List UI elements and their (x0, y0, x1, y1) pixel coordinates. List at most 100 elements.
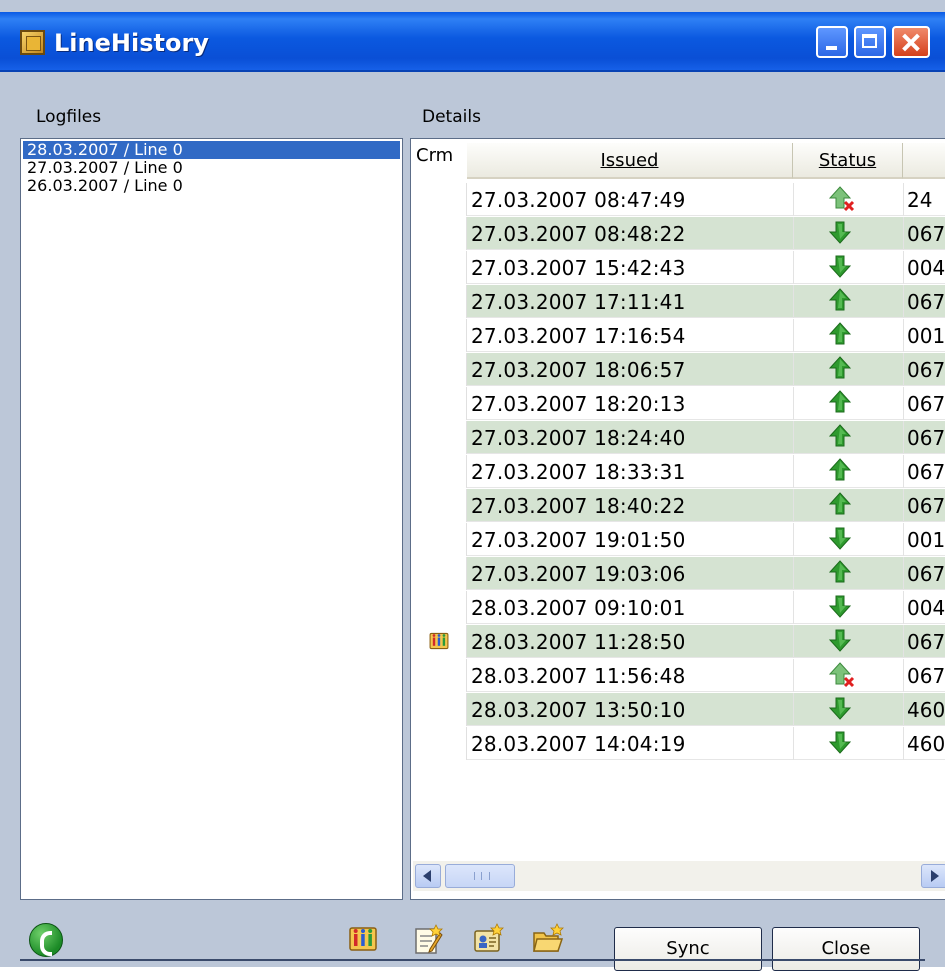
contact-card-icon[interactable] (472, 923, 504, 955)
extra-cell: 001 (907, 324, 945, 348)
column-divider (903, 557, 904, 590)
issued-cell: 27.03.2007 15:42:43 (471, 256, 686, 280)
table-row[interactable]: 27.03.2007 18:06:57 067 (413, 353, 945, 386)
note-icon[interactable] (412, 923, 444, 955)
status-cell (828, 220, 869, 246)
column-header-extra[interactable] (903, 143, 945, 179)
crm-cell[interactable] (413, 285, 467, 318)
grip-icon (474, 872, 490, 880)
table-row[interactable]: 28.03.2007 14:04:19 460 (413, 727, 945, 760)
crm-cell[interactable] (413, 557, 467, 590)
table-row[interactable]: 27.03.2007 19:01:50 001 (413, 523, 945, 556)
logfile-item[interactable]: 26.03.2007 / Line 0 (23, 177, 183, 195)
table-row[interactable]: 28.03.2007 11:56:48 067 (413, 659, 945, 692)
arrow-down-icon (828, 255, 852, 278)
table-row[interactable]: 27.03.2007 18:20:13 067 (413, 387, 945, 420)
arrow-up-icon (828, 560, 852, 583)
table-row[interactable]: 27.03.2007 18:40:22 067 (413, 489, 945, 522)
column-header-crm[interactable]: Crm (413, 143, 467, 179)
arrow-up-icon (828, 458, 852, 481)
minimize-button[interactable] (816, 26, 848, 58)
extra-cell: 067 (907, 460, 945, 484)
table-row[interactable]: 27.03.2007 17:11:41 067 (413, 285, 945, 318)
crm-cell[interactable] (413, 693, 467, 726)
app-icon (20, 30, 45, 55)
table-row[interactable]: 28.03.2007 11:28:50 067 (413, 625, 945, 658)
crm-cell[interactable] (413, 659, 467, 692)
column-divider (793, 693, 794, 726)
column-divider (793, 659, 794, 692)
details-table[interactable]: Crm Issued Status 27.03.2007 08:47:49 24 2… (410, 138, 945, 900)
horizontal-scrollbar[interactable] (413, 861, 945, 891)
logfile-item[interactable]: 27.03.2007 / Line 0 (23, 159, 183, 177)
table-row[interactable]: 27.03.2007 15:42:43 004 (413, 251, 945, 284)
crm-cell[interactable] (413, 523, 467, 556)
sync-button[interactable]: Sync (614, 927, 762, 971)
status-cell (828, 526, 869, 552)
table-row[interactable]: 28.03.2007 09:10:01 004 (413, 591, 945, 624)
status-cell (828, 322, 869, 348)
column-divider (903, 319, 904, 352)
issued-cell: 28.03.2007 13:50:10 (471, 698, 686, 722)
arrow-down-icon (828, 629, 852, 652)
crm-cell[interactable] (413, 591, 467, 624)
table-row[interactable]: 28.03.2007 13:50:10 460 (413, 693, 945, 726)
status-cell (828, 356, 869, 382)
table-row[interactable]: 27.03.2007 17:16:54 001 (413, 319, 945, 352)
maximize-button[interactable] (854, 26, 886, 58)
scroll-left-button[interactable] (415, 864, 441, 888)
folder-icon[interactable] (532, 923, 564, 955)
column-divider (793, 523, 794, 556)
crm-cell[interactable] (413, 489, 467, 522)
table-row[interactable]: 27.03.2007 08:48:22 067 (413, 217, 945, 250)
close-button[interactable]: Close (772, 927, 920, 971)
scroll-right-button[interactable] (921, 864, 945, 888)
phone-icon[interactable] (29, 923, 63, 957)
issued-cell: 28.03.2007 11:56:48 (471, 664, 686, 688)
column-header-status[interactable]: Status (793, 143, 903, 179)
crm-cell[interactable] (413, 319, 467, 352)
crm-cell[interactable] (413, 353, 467, 386)
column-divider (793, 319, 794, 352)
issued-cell: 27.03.2007 18:20:13 (471, 392, 686, 416)
crm-cell[interactable] (413, 183, 467, 216)
crm-icon[interactable] (427, 630, 451, 652)
column-divider (903, 285, 904, 318)
table-row[interactable]: 27.03.2007 18:24:40 067 (413, 421, 945, 454)
extra-cell: 067 (907, 392, 945, 416)
column-header-issued[interactable]: Issued (467, 143, 793, 179)
extra-cell: 460 (907, 732, 945, 756)
crm-cell[interactable] (413, 421, 467, 454)
column-divider (793, 455, 794, 488)
issued-cell: 28.03.2007 09:10:01 (471, 596, 686, 620)
title-bar[interactable]: LineHistory (0, 12, 945, 72)
extra-cell: 001 (907, 528, 945, 552)
extra-cell: 067 (907, 562, 945, 586)
crm-cell[interactable] (413, 217, 467, 250)
close-window-button[interactable] (892, 26, 930, 58)
issued-cell: 27.03.2007 18:40:22 (471, 494, 686, 518)
issued-cell: 27.03.2007 17:11:41 (471, 290, 686, 314)
crm-cell[interactable] (413, 251, 467, 284)
crm-cell[interactable] (413, 387, 467, 420)
logfiles-list[interactable]: 28.03.2007 / Line 0 27.03.2007 / Line 0 … (20, 138, 403, 900)
table-row[interactable]: 27.03.2007 18:33:31 067 (413, 455, 945, 488)
crm-cell[interactable] (413, 455, 467, 488)
arrow-up-icon (828, 288, 852, 311)
issued-cell: 27.03.2007 08:48:22 (471, 222, 686, 246)
scrollbar-thumb[interactable] (445, 864, 515, 888)
issued-cell: 27.03.2007 17:16:54 (471, 324, 686, 348)
arrow-up-failed-icon (828, 662, 855, 688)
column-divider (793, 217, 794, 250)
logfile-item[interactable]: 28.03.2007 / Line 0 (23, 141, 400, 159)
crm-cell[interactable] (413, 625, 467, 658)
details-label: Details (422, 107, 481, 127)
arrow-up-icon (828, 356, 852, 379)
column-divider (903, 625, 904, 658)
crm-icon[interactable] (347, 923, 379, 955)
column-divider (903, 455, 904, 488)
table-row[interactable]: 27.03.2007 19:03:06 067 (413, 557, 945, 590)
crm-cell[interactable] (413, 727, 467, 760)
table-row[interactable]: 27.03.2007 08:47:49 24 (413, 183, 945, 216)
column-divider (793, 285, 794, 318)
